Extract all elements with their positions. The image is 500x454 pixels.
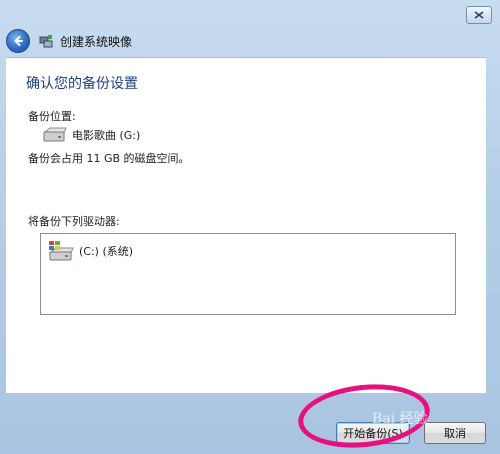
content-panel: 确认您的备份设置 备份位置: 电影歌曲 (G:) 备份会占用 11 GB 的磁盘… [6,57,486,393]
window-frame: 创建系统映像 确认您的备份设置 备份位置: 电影歌曲 (G:) 备份会占用 11… [0,0,500,454]
close-button[interactable] [466,6,492,24]
back-button[interactable] [6,29,30,53]
windows-drive-icon [49,241,74,261]
start-backup-button[interactable]: 开始备份(S) [336,422,410,444]
cancel-button[interactable]: 取消 [424,422,486,444]
drives-to-backup-label: 将备份下列驱动器: [28,215,120,228]
footer-bar: 开始备份(S) 取消 [0,392,500,454]
target-drive-label: 电影歌曲 (G:) [72,129,141,142]
disk-space-note: 备份会占用 11 GB 的磁盘空间。 [28,152,190,165]
back-arrow-icon [14,36,23,46]
window-title: 创建系统映像 [60,34,133,49]
drive-list[interactable]: (C:) (系统) [40,233,456,315]
backup-app-icon [38,33,54,49]
list-item[interactable]: (C:) (系统) [47,240,133,262]
title-bar: 创建系统映像 [6,28,486,54]
drive-item-label: (C:) (系统) [79,245,134,258]
hard-drive-icon [43,127,67,142]
page-heading: 确认您的备份设置 [26,76,138,92]
target-drive: 电影歌曲 (G:) [42,127,140,143]
close-icon [474,11,484,19]
backup-location-label: 备份位置: [28,110,76,123]
